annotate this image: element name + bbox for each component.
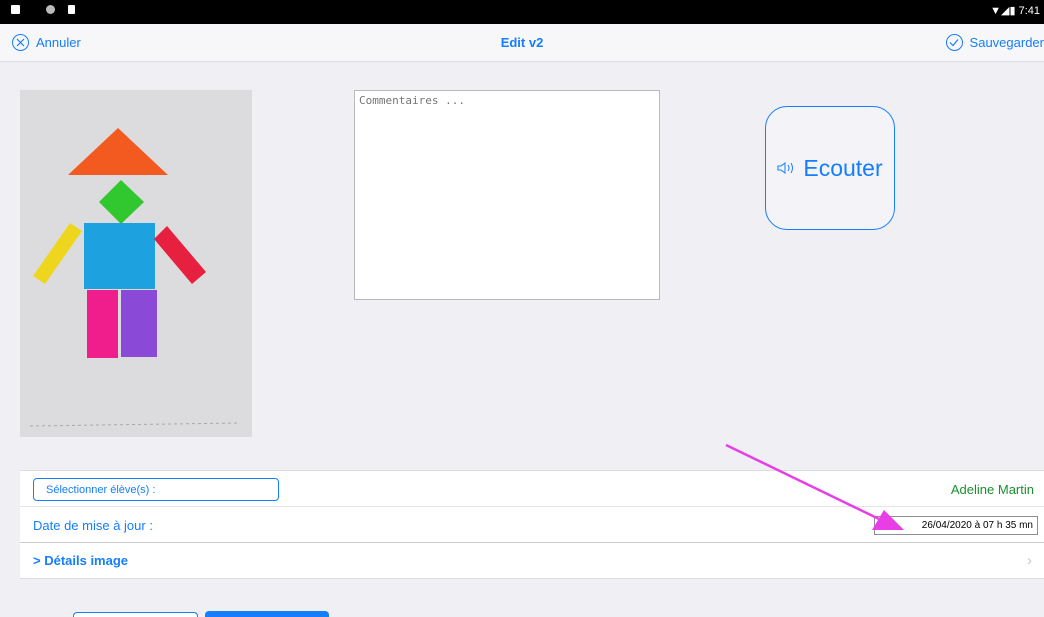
check-circle-icon	[945, 34, 963, 51]
notification-icon	[11, 5, 20, 14]
status-time: ▼◢▮ 7:41	[990, 5, 1040, 17]
image-details-label[interactable]: > Détails image	[33, 553, 128, 568]
bottom-button-left[interactable]	[73, 612, 198, 617]
chevron-right-icon: ›	[1027, 552, 1032, 569]
page-title: Edit v2	[500, 35, 544, 50]
date-label: Date de mise à jour :	[33, 518, 153, 533]
navigation-bar: Annuler Edit v2 Sauvegarder	[0, 24, 1044, 62]
tangram-photo	[20, 90, 252, 437]
student-name: Adeline Martin	[950, 482, 1034, 497]
date-value: 26/04/2020 à 07 h 35 mn	[874, 516, 1038, 535]
listen-label: Ecouter	[803, 154, 883, 181]
speaker-icon	[777, 162, 794, 174]
form-card: Sélectionner élève(s) : Adeline Martin D…	[20, 470, 1044, 579]
comments-textarea[interactable]	[354, 90, 660, 300]
date-row: Date de mise à jour : 26/04/2020 à 07 h …	[20, 507, 1044, 543]
record-icon	[46, 5, 55, 14]
save-button[interactable]: Sauvegarder	[945, 34, 1044, 51]
status-bar: ▼◢▮ 7:41	[0, 0, 1044, 24]
save-label: Sauvegarder	[969, 35, 1044, 50]
tangram-figure-image	[20, 90, 252, 437]
image-details-row[interactable]: > Détails image ›	[20, 543, 1044, 579]
students-row: Sélectionner élève(s) : Adeline Martin	[20, 471, 1044, 507]
bottom-button-right[interactable]	[205, 611, 329, 617]
select-students-button[interactable]: Sélectionner élève(s) :	[33, 478, 279, 501]
listen-button[interactable]: Ecouter	[765, 106, 895, 230]
sim-icon	[68, 5, 75, 14]
signal-icon: ▼◢▮	[990, 5, 1019, 17]
